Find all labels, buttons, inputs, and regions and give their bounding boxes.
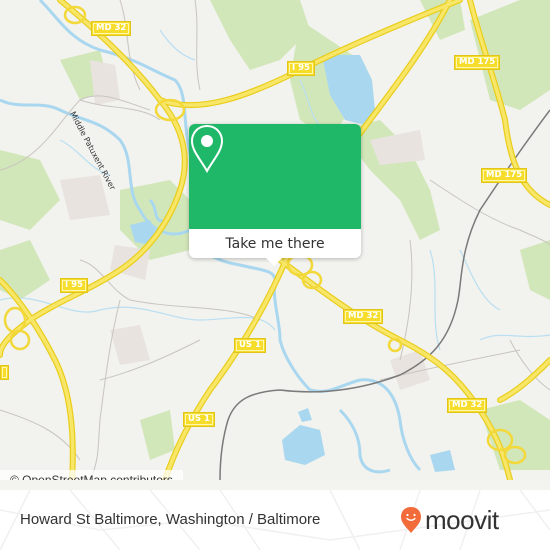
take-me-there-button[interactable]: Take me there	[189, 229, 361, 258]
road-shield-i95: I 95	[60, 278, 88, 293]
footer-bar: Howard St Baltimore, Washington / Baltim…	[0, 490, 550, 550]
location-popup: Take me there	[189, 124, 361, 266]
popup-header	[189, 124, 361, 229]
road-shield-us1: US 1	[183, 412, 215, 427]
road-shield-md175: MD 175	[454, 55, 501, 70]
map-attribution[interactable]: © OpenStreetMap contributors	[0, 470, 183, 480]
road-shield-i95: I 95	[287, 61, 315, 76]
road-shield-us1: US 1	[234, 338, 266, 353]
road-shield-md32: MD 32	[91, 21, 132, 36]
moovit-pin-icon	[401, 507, 421, 533]
moovit-logo[interactable]: moovit	[400, 502, 499, 538]
location-title: Howard St Baltimore, Washington / Baltim…	[20, 511, 321, 528]
road-shield-md175: MD 175	[481, 168, 528, 183]
map-pin-icon	[190, 124, 224, 174]
popup-pointer	[266, 258, 282, 266]
road-shield-partial	[0, 365, 9, 380]
map-view[interactable]: MD 32 I 95 MD 175 MD 175 I 95 US 1 US 1 …	[0, 0, 550, 480]
brand-name: moovit	[425, 505, 499, 535]
road-shield-md32: MD 32	[447, 398, 488, 413]
road-shield-md32: MD 32	[343, 309, 384, 324]
